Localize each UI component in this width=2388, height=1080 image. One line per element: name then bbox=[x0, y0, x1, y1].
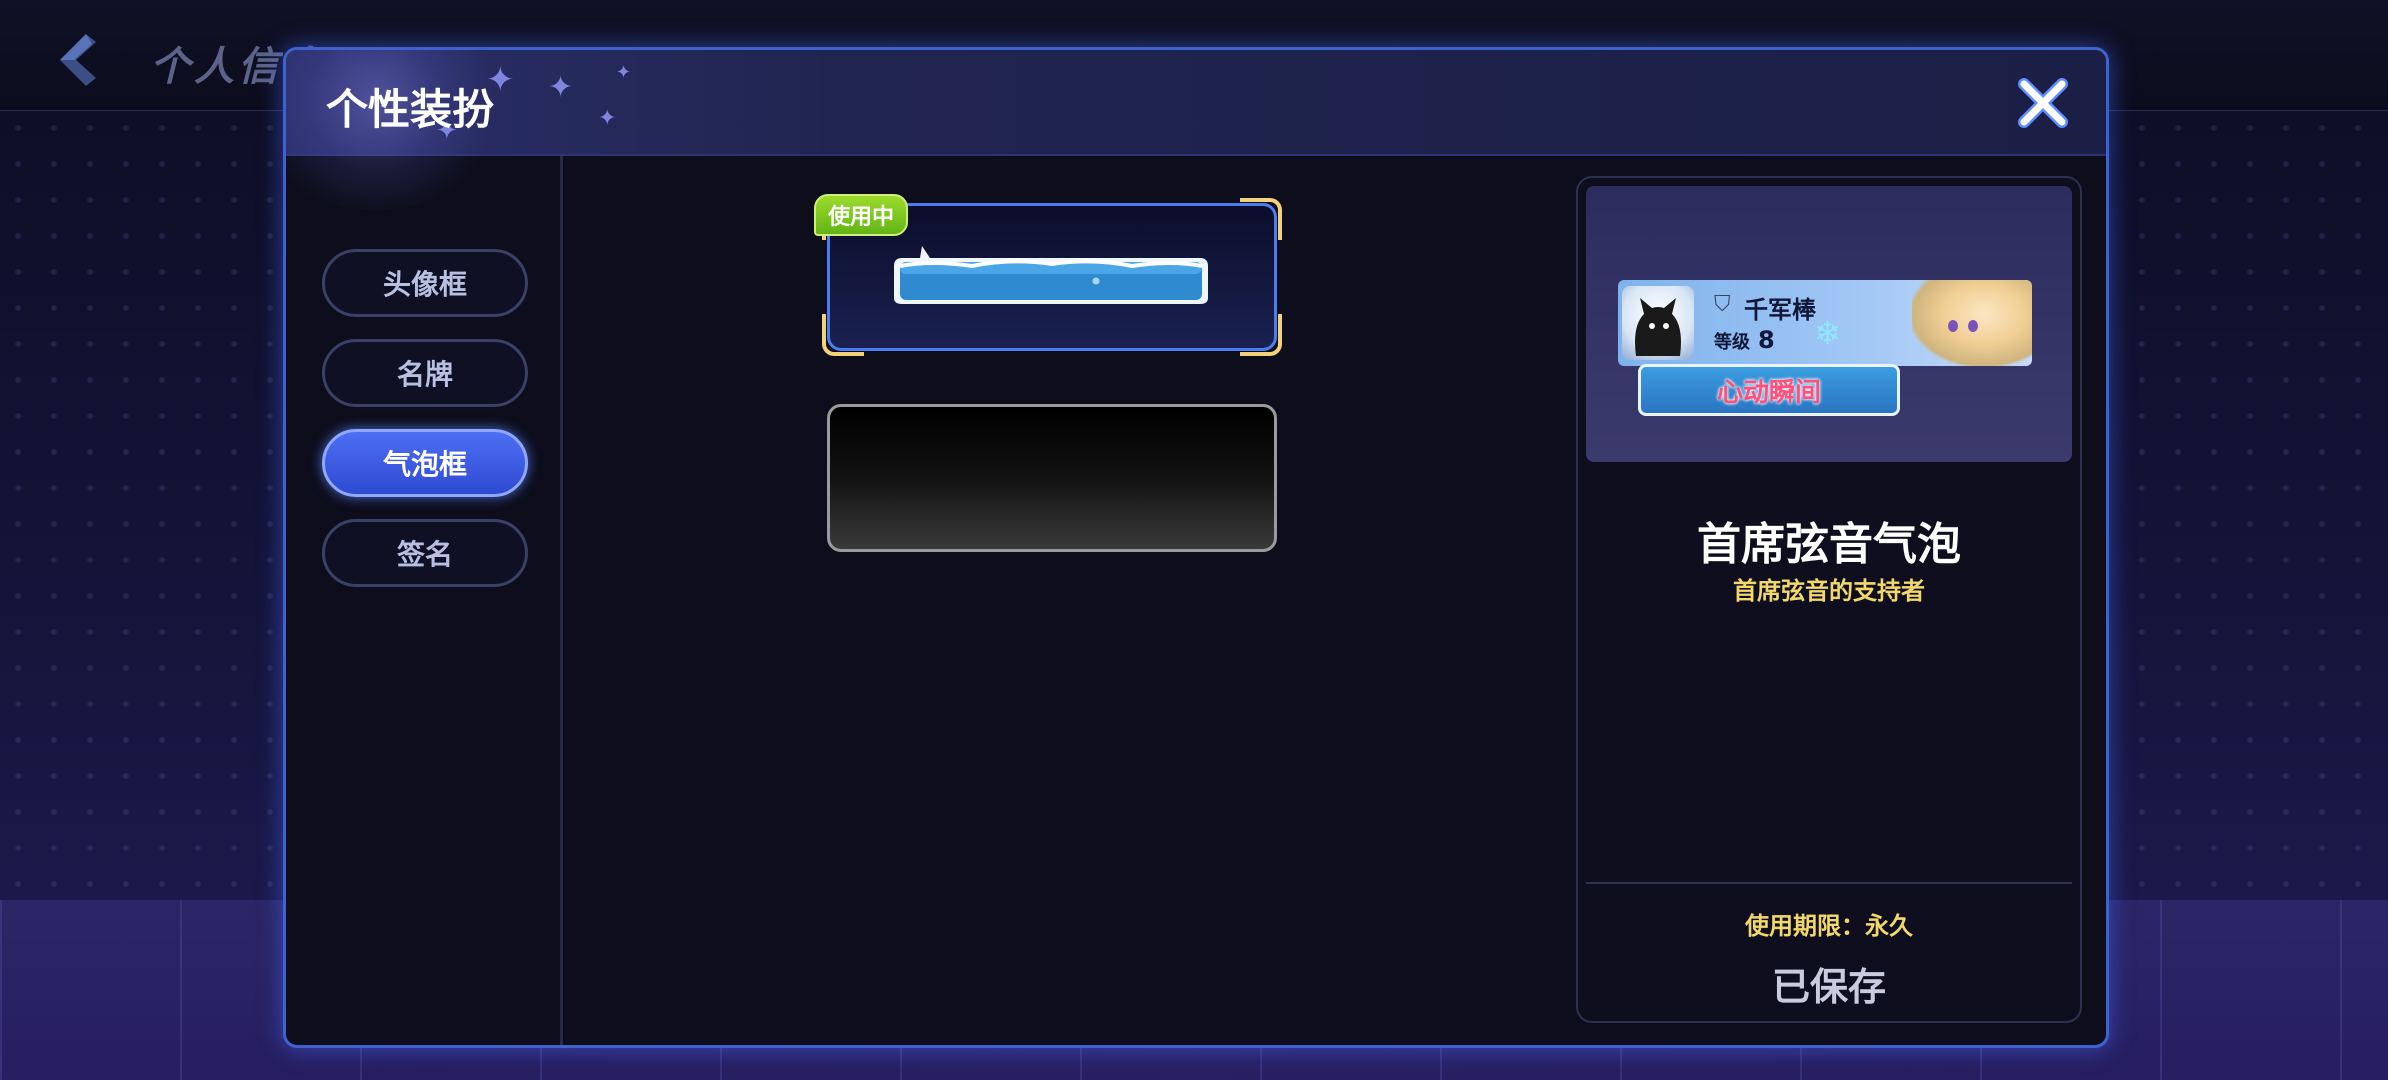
snowflake-icon: ❄ bbox=[1814, 314, 1841, 352]
category-sidebar: 头像框 名牌 气泡框 签名 bbox=[286, 156, 563, 1045]
tab-signature[interactable]: 签名 bbox=[322, 519, 528, 587]
tab-nameplate[interactable]: 名牌 bbox=[322, 339, 528, 407]
tab-avatar-frame[interactable]: 头像框 bbox=[322, 249, 528, 317]
nameplate-level: 等级 8 bbox=[1714, 326, 1775, 354]
portrait-eye bbox=[1968, 320, 1978, 332]
sparkle-icon: ✦ bbox=[598, 106, 617, 131]
sparkle-icon: ✦ bbox=[616, 62, 632, 83]
sparkle-icon: ✦ bbox=[548, 70, 574, 105]
modal-header: ✦ ✦ ✦ ✦ ✦ 个性装扮 bbox=[286, 50, 2106, 210]
nameplate-preview: ⛉ 千军棒 等级 8 ❄ bbox=[1618, 280, 2032, 366]
level-value: 8 bbox=[1758, 326, 1775, 354]
item-description: 首席弦音的支持者 bbox=[1733, 577, 1925, 605]
selection-corner bbox=[822, 314, 864, 356]
modal-title: 个性装扮 bbox=[326, 85, 495, 134]
avatar bbox=[1622, 286, 1694, 360]
character-portrait bbox=[1912, 280, 2032, 366]
preview-display: ⛉ 千军棒 等级 8 ❄ 心动瞬间 bbox=[1586, 186, 2072, 462]
cat-avatar-icon bbox=[1635, 298, 1681, 356]
nameplate-name: 千军棒 bbox=[1744, 296, 1816, 324]
ice-bubble-preview-icon bbox=[894, 246, 1208, 304]
shield-icon: ⛉ bbox=[1714, 292, 1731, 317]
divider bbox=[1586, 882, 2072, 884]
level-label: 等级 bbox=[1714, 332, 1750, 353]
back-arrow-icon[interactable] bbox=[52, 30, 106, 90]
dress-up-modal: ✦ ✦ ✦ ✦ ✦ 个性装扮 头像框 名牌 气泡框 签名 使用中 ⛉ 千军棒 等… bbox=[283, 47, 2109, 1048]
portrait-eye bbox=[1948, 320, 1958, 332]
close-icon[interactable] bbox=[2016, 76, 2070, 130]
chat-bubble-sample: 心动瞬间 bbox=[1638, 364, 1900, 416]
selection-corner bbox=[1240, 198, 1282, 240]
tab-bubble-frame[interactable]: 气泡框 bbox=[322, 429, 528, 497]
selection-corner bbox=[1240, 314, 1282, 356]
usage-period: 使用期限：永久 bbox=[1745, 912, 1913, 940]
item-title: 首席弦音气泡 bbox=[1697, 519, 1961, 570]
in-use-badge: 使用中 bbox=[814, 194, 909, 236]
saved-button[interactable]: 已保存 bbox=[1749, 958, 1909, 1009]
bubble-card-default[interactable] bbox=[827, 404, 1277, 552]
bubble-card-selected[interactable]: 使用中 bbox=[814, 194, 1282, 356]
preview-panel: ⛉ 千军棒 等级 8 ❄ 心动瞬间 首席弦音气泡 首席弦音的支持者 使用期限：永久… bbox=[1576, 176, 2082, 1023]
